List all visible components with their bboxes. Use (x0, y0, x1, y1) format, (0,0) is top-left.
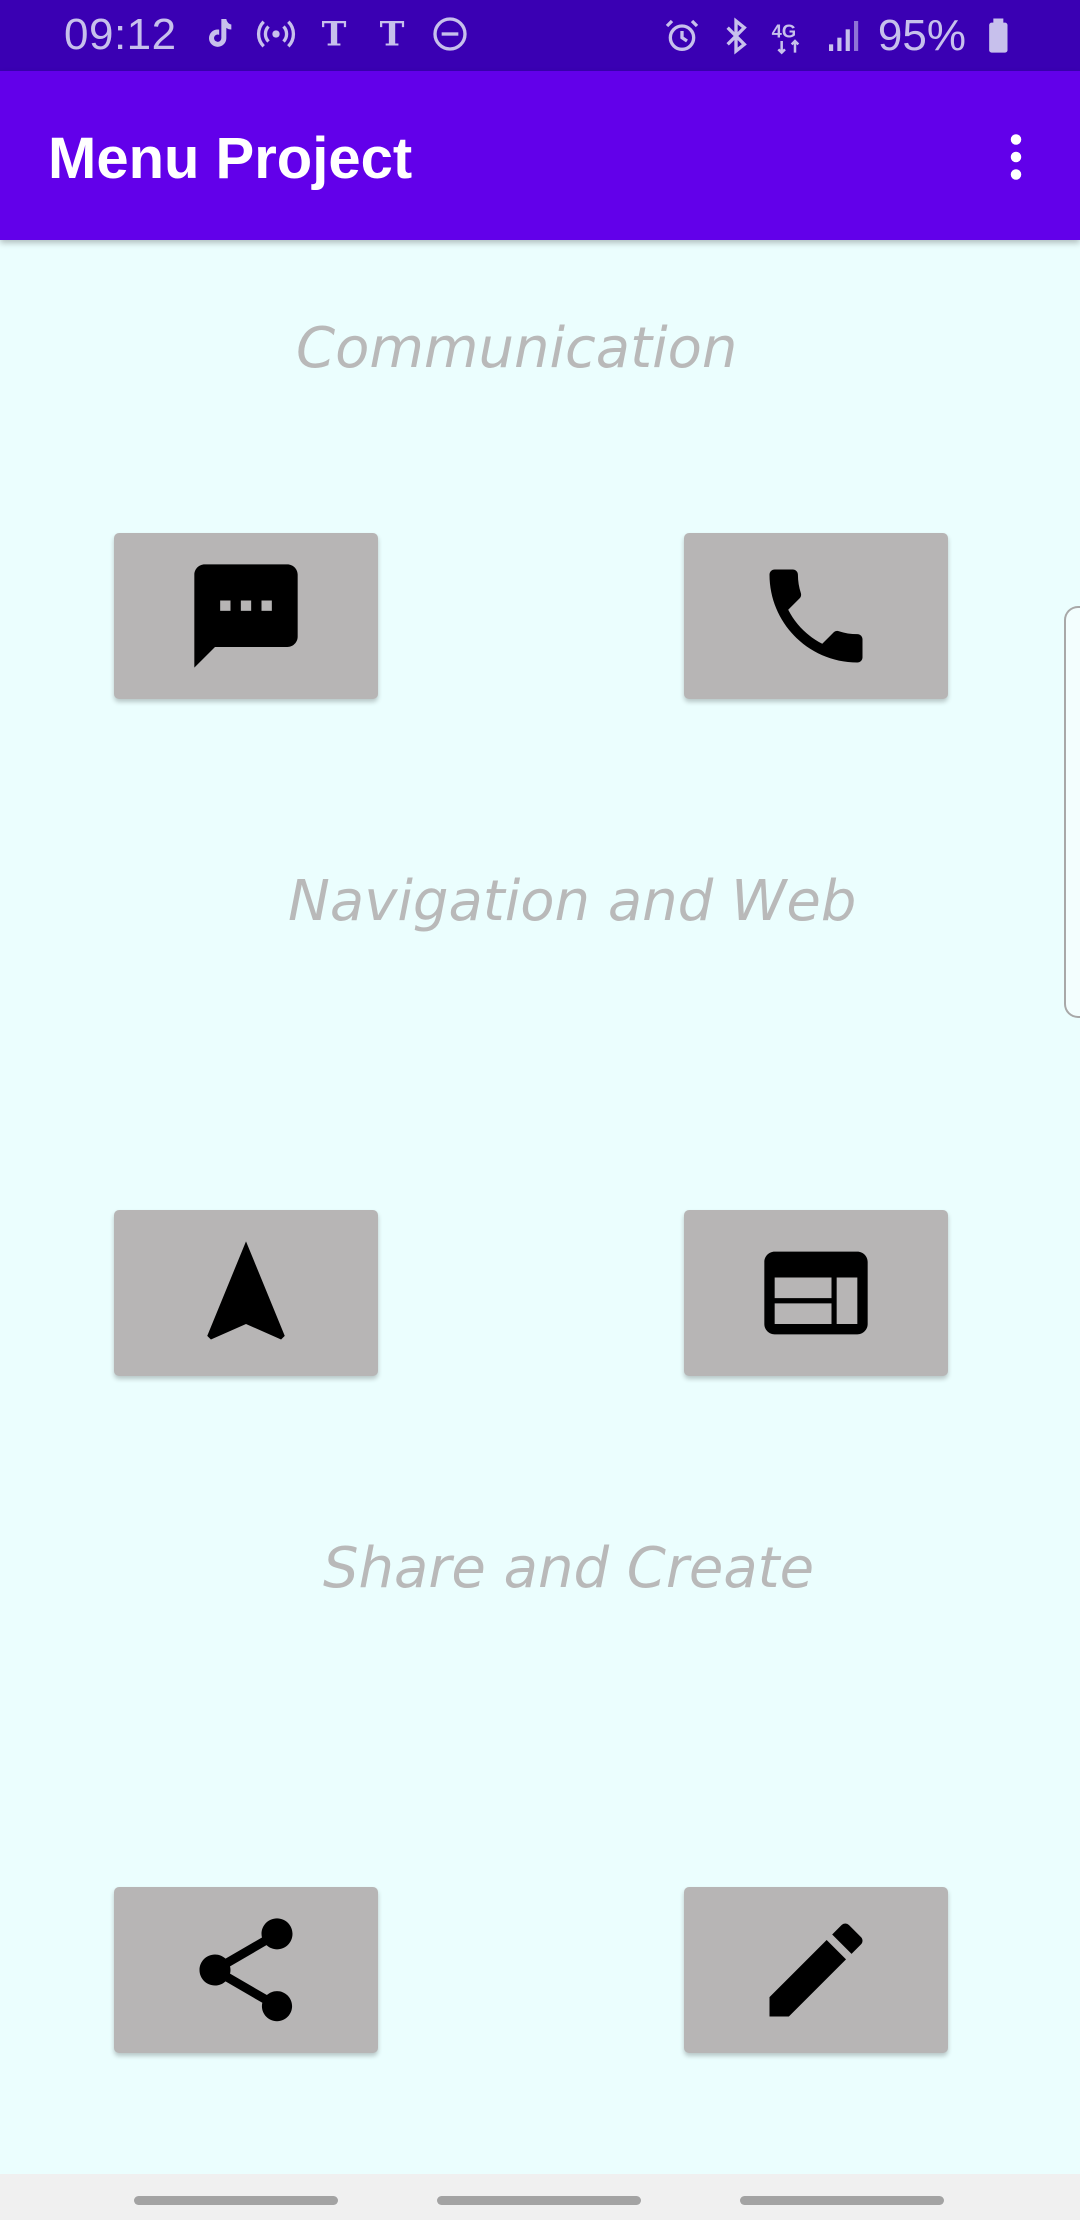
share-button[interactable] (114, 1887, 378, 2053)
cast-icon (256, 14, 296, 54)
section-title-navigation-web: Navigation and Web (288, 869, 857, 934)
navigation-icon (184, 1231, 308, 1355)
section-title-share-create: Share and Create (323, 1536, 815, 1601)
nyt-icon: T (372, 14, 412, 54)
message-button[interactable] (114, 533, 378, 699)
more-vert-icon[interactable] (976, 117, 1056, 197)
nyt-icon: T (314, 14, 354, 54)
share-icon (184, 1908, 308, 2032)
message-icon (184, 554, 308, 678)
phone-button[interactable] (684, 533, 948, 699)
svg-text:T: T (322, 15, 347, 54)
edit-button[interactable] (684, 1887, 948, 2053)
nav-back-handle[interactable] (740, 2196, 944, 2205)
signal-icon (824, 16, 864, 56)
battery-percent: 95% (877, 11, 966, 60)
battery-icon (980, 16, 1020, 56)
status-icons-left: T T (198, 14, 470, 54)
svg-text:T: T (380, 15, 405, 54)
4g-lte-icon: 4G (770, 16, 810, 56)
nav-recents-handle[interactable] (134, 2196, 338, 2205)
tiktok-icon (198, 14, 238, 54)
app-title: Menu Project (48, 126, 413, 191)
status-time: 09:12 (64, 10, 177, 59)
do-not-disturb-icon (430, 14, 470, 54)
navigation-button[interactable] (114, 1210, 378, 1376)
edit-icon (754, 1908, 878, 2032)
web-button[interactable] (684, 1210, 948, 1376)
phone-icon (754, 554, 878, 678)
status-bar: 09:12 T T 4G 95% (0, 0, 1080, 71)
section-title-communication: Communication (296, 316, 738, 381)
app-bar: Menu Project (0, 71, 1080, 240)
nav-home-handle[interactable] (437, 2196, 641, 2205)
system-nav-bar (0, 2174, 1080, 2220)
svg-text:4G: 4G (772, 21, 796, 42)
edge-panel-handle[interactable] (1064, 606, 1080, 1018)
alarm-icon (662, 16, 702, 56)
status-icons-right: 4G 95% (662, 12, 1020, 60)
bluetooth-icon (716, 16, 756, 56)
web-icon (754, 1231, 878, 1355)
